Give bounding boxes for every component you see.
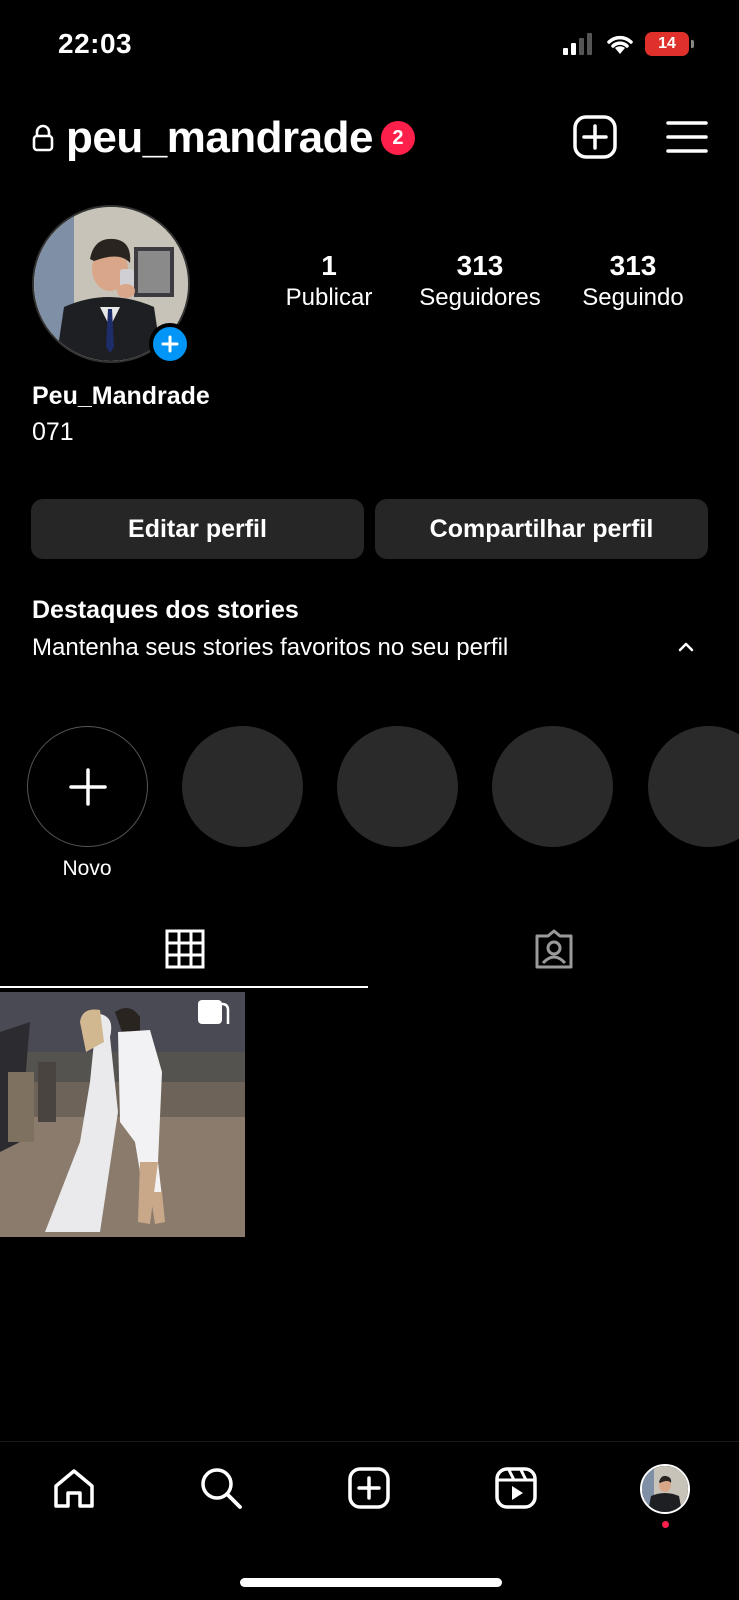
- stat-following[interactable]: 313 Seguindo: [558, 250, 708, 312]
- share-profile-button[interactable]: Compartilhar perfil: [375, 499, 708, 559]
- reels-icon[interactable]: [494, 1466, 538, 1510]
- chevron-up-icon[interactable]: [677, 640, 695, 652]
- battery-icon: 14: [645, 32, 694, 56]
- post-thumbnail[interactable]: [0, 992, 245, 1237]
- plus-square-icon[interactable]: [572, 114, 618, 160]
- lock-icon: [32, 124, 54, 152]
- stat-following-label: Seguindo: [582, 284, 684, 311]
- post-image: [0, 992, 245, 1237]
- stat-followers-label: Seguidores: [419, 284, 541, 311]
- tagged-icon[interactable]: [533, 928, 575, 970]
- profile-header: peu_mandrade 2: [32, 110, 415, 166]
- highlight-placeholder: [492, 726, 613, 847]
- search-icon[interactable]: [199, 1466, 243, 1510]
- stat-posts[interactable]: 1 Publicar: [254, 250, 404, 312]
- bottom-nav-divider: [0, 1441, 739, 1442]
- highlights-description: Mantenha seus stories favoritos no seu p…: [32, 634, 509, 661]
- edit-profile-button[interactable]: Editar perfil: [31, 499, 364, 559]
- status-indicators: 14: [563, 32, 694, 56]
- avatar-photo-small: [642, 1466, 688, 1512]
- stat-following-value: 313: [609, 250, 657, 281]
- stat-posts-label: Publicar: [285, 284, 373, 311]
- highlight-placeholder: [337, 726, 458, 847]
- plus-icon: [68, 767, 107, 806]
- notification-badge: 2: [380, 121, 415, 155]
- new-highlight-label: Novo: [62, 857, 112, 880]
- profile-notification-dot: [662, 1521, 669, 1528]
- add-story-button[interactable]: [149, 323, 191, 365]
- menu-icon[interactable]: [664, 114, 710, 160]
- plus-icon: [161, 335, 179, 353]
- highlights-title: Destaques dos stories: [32, 596, 299, 624]
- home-indicator: [240, 1578, 502, 1587]
- wifi-icon: [607, 35, 633, 54]
- profile-tab-avatar[interactable]: [640, 1464, 690, 1514]
- stat-posts-value: 1: [321, 250, 337, 281]
- bio: 071: [32, 418, 74, 446]
- signal-icon: [563, 33, 592, 55]
- stat-followers[interactable]: 313 Seguidores: [405, 250, 555, 312]
- stat-followers-value: 313: [456, 250, 504, 281]
- status-time: 22:03: [58, 28, 133, 59]
- home-icon[interactable]: [52, 1466, 96, 1510]
- profile-username[interactable]: peu_mandrade: [66, 113, 373, 163]
- new-highlight-button[interactable]: [27, 726, 148, 847]
- battery-level: 14: [658, 35, 676, 52]
- highlight-placeholder: [648, 726, 739, 847]
- grid-icon[interactable]: [165, 929, 205, 969]
- highlight-placeholder: [182, 726, 303, 847]
- create-icon[interactable]: [347, 1466, 391, 1510]
- display-name: Peu_Mandrade: [32, 382, 210, 410]
- active-tab-indicator: [0, 986, 368, 988]
